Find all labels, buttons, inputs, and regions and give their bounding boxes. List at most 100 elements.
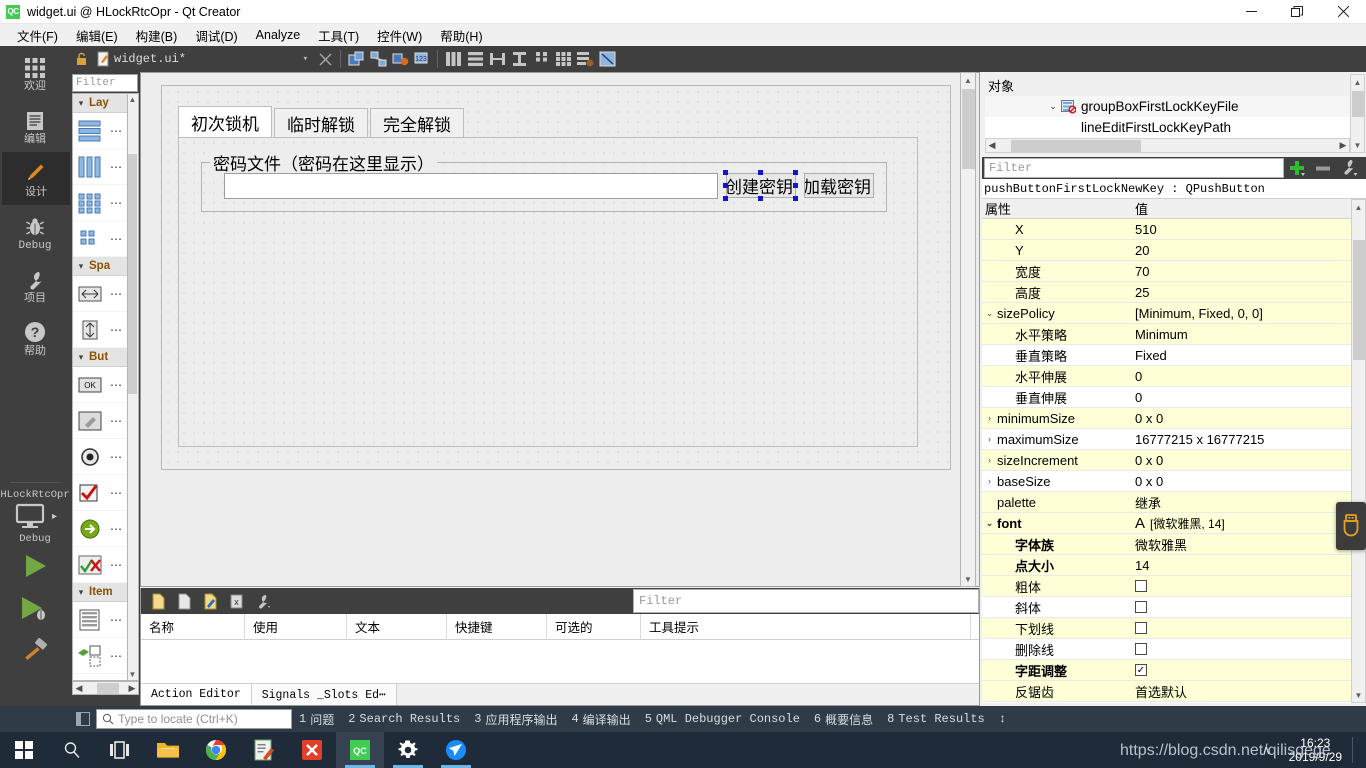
layout-form-icon[interactable] bbox=[530, 49, 552, 69]
widget-category-layouts[interactable]: ▾ Lay bbox=[73, 94, 127, 113]
xmind-button[interactable] bbox=[288, 732, 336, 768]
lock-toggle-icon[interactable] bbox=[70, 49, 92, 69]
layout-horizontally-icon[interactable] bbox=[442, 49, 464, 69]
col-used[interactable]: 使用 bbox=[245, 613, 347, 640]
property-row[interactable]: X 510 bbox=[982, 219, 1351, 240]
property-row[interactable]: Y 20 bbox=[982, 240, 1351, 261]
col-name[interactable]: 名称 bbox=[141, 613, 245, 640]
tab-widget[interactable]: 初次锁机 临时解锁 完全解锁 密码文件（密码在这里显示） 创建密钥 加载密钥 bbox=[178, 106, 918, 451]
widget-item[interactable]: ⋯ bbox=[73, 475, 127, 511]
property-row[interactable]: 字体族 微软雅黑 bbox=[982, 534, 1351, 555]
configure-wrench-icon[interactable] bbox=[1336, 158, 1362, 178]
widget-box-filter-input[interactable]: Filter bbox=[72, 74, 138, 92]
property-row[interactable]: 水平策略 Minimum bbox=[982, 324, 1351, 345]
property-row[interactable]: 删除线 bbox=[982, 639, 1351, 660]
widget-box-list[interactable]: ▾ Lay ⋯ ⋯ ⋯ ⋯ ▾ Spa ⋯ ⋯ ▾ But OK ⋯ ⋯ ⋯ ⋯… bbox=[72, 93, 128, 681]
property-value[interactable]: 微软雅黑 bbox=[1130, 535, 1351, 554]
property-row[interactable]: 高度 25 bbox=[982, 282, 1351, 303]
object-tree-row-groupbox[interactable]: ⌄ groupBoxFirstLockKeyFile bbox=[985, 96, 1350, 117]
property-value[interactable]: 0 x 0 bbox=[1130, 411, 1351, 426]
widget-box-vertical-scrollbar[interactable]: ▲ ▼ bbox=[128, 93, 139, 681]
object-inspector-tree[interactable]: ⌄ groupBoxFirstLockKeyFile lineEditFirst… bbox=[985, 96, 1350, 138]
minimize-button[interactable] bbox=[1228, 0, 1274, 24]
property-value[interactable]: 首选默认 bbox=[1130, 682, 1351, 701]
plus-icon[interactable] bbox=[1284, 158, 1310, 178]
widget-category-buttons[interactable]: ▾ But bbox=[73, 348, 127, 367]
open-document-combo[interactable]: widget.ui* ▾ bbox=[114, 49, 314, 69]
output-pane-issues[interactable]: 1 问题 bbox=[292, 706, 341, 732]
menu-debug[interactable]: 调试(D) bbox=[186, 25, 246, 45]
widget-item[interactable]: ⋯ bbox=[73, 602, 127, 638]
close-button[interactable] bbox=[1320, 0, 1366, 24]
tab-signals-slots-editor[interactable]: Signals _Slots Ed⋯ bbox=[251, 684, 397, 705]
tab-first-lock[interactable]: 初次锁机 bbox=[178, 106, 272, 138]
widget-box-horizontal-scrollbar[interactable]: ◀ ▶ bbox=[72, 681, 139, 695]
mode-design[interactable]: 设计 bbox=[0, 152, 70, 205]
scroll-down-icon[interactable]: ▼ bbox=[1352, 688, 1365, 702]
layout-splitter-h-icon[interactable] bbox=[486, 49, 508, 69]
build-button[interactable] bbox=[0, 629, 70, 671]
edit-signals-slots-icon[interactable] bbox=[367, 49, 389, 69]
widget-item[interactable]: ⋯ bbox=[73, 511, 127, 547]
property-row[interactable]: 水平伸展 0 bbox=[982, 366, 1351, 387]
widget-item[interactable]: OK ⋯ bbox=[73, 367, 127, 403]
layout-grid-icon[interactable] bbox=[552, 49, 574, 69]
chevron-down-icon[interactable]: ⌄ bbox=[982, 308, 997, 319]
output-pane-general-messages[interactable]: 6 概要信息 bbox=[807, 706, 880, 732]
col-tooltip[interactable]: 工具提示 bbox=[641, 613, 971, 640]
scroll-up-icon[interactable]: ▲ bbox=[1352, 200, 1365, 214]
widget-item[interactable]: ⋯ bbox=[73, 185, 127, 221]
menu-build[interactable]: 构建(B) bbox=[127, 25, 187, 45]
foxmail-button[interactable] bbox=[432, 732, 480, 768]
chevron-down-icon[interactable]: ⌄ bbox=[1045, 101, 1061, 112]
property-value[interactable]: 20 bbox=[1130, 243, 1351, 258]
tab-full-unlock[interactable]: 完全解锁 bbox=[370, 108, 464, 138]
groupbox-key-file[interactable]: 密码文件（密码在这里显示） 创建密钥 加载密钥 bbox=[201, 150, 887, 212]
strikeout-checkbox[interactable] bbox=[1135, 643, 1147, 655]
resize-handle-w[interactable] bbox=[723, 183, 728, 188]
chevron-right-icon[interactable]: › bbox=[982, 455, 997, 465]
task-view-button[interactable] bbox=[96, 732, 144, 768]
qtcreator-button[interactable]: QC bbox=[336, 732, 384, 768]
resize-handle-n[interactable] bbox=[758, 170, 763, 175]
italic-checkbox[interactable] bbox=[1135, 601, 1147, 613]
tab-temp-unlock[interactable]: 临时解锁 bbox=[274, 108, 368, 138]
scrollbar-thumb[interactable] bbox=[1353, 240, 1365, 360]
break-layout-icon[interactable] bbox=[574, 49, 596, 69]
widget-item[interactable]: ⋯ bbox=[73, 547, 127, 583]
property-value[interactable]: 继承 bbox=[1130, 493, 1351, 512]
property-row[interactable]: 垂直策略 Fixed bbox=[982, 345, 1351, 366]
property-value[interactable]: 25 bbox=[1130, 285, 1351, 300]
edit-widgets-icon[interactable] bbox=[345, 49, 367, 69]
menu-edit[interactable]: 编辑(E) bbox=[67, 25, 127, 45]
property-table[interactable]: X 510 Y 20 宽度 70 高度 25 ⌄ sizePolicy [Minimum, … bbox=[982, 219, 1351, 703]
property-value[interactable]: 14 bbox=[1130, 558, 1351, 573]
copy-action-icon[interactable] bbox=[173, 591, 195, 611]
underline-checkbox[interactable] bbox=[1135, 622, 1147, 634]
kerning-checkbox[interactable]: ✓ bbox=[1135, 664, 1147, 676]
output-pane-compile-output[interactable]: 4 编译输出 bbox=[564, 706, 637, 732]
minus-icon[interactable] bbox=[1310, 158, 1336, 178]
property-row[interactable]: 垂直伸展 0 bbox=[982, 387, 1351, 408]
property-row[interactable]: ⌄ sizePolicy [Minimum, Fixed, 0, 0] bbox=[982, 303, 1351, 324]
property-value[interactable]: 0 bbox=[1130, 369, 1351, 384]
file-explorer-button[interactable] bbox=[144, 732, 192, 768]
output-pane-application-output[interactable]: 3 应用程序输出 bbox=[467, 706, 564, 732]
col-shortcut[interactable]: 快捷键 bbox=[447, 613, 547, 640]
property-value[interactable]: 0 x 0 bbox=[1130, 453, 1351, 468]
scroll-left-icon[interactable]: ◀ bbox=[73, 683, 85, 694]
locator-input[interactable]: Type to locate (Ctrl+K) bbox=[96, 709, 292, 729]
object-tree-row-lineedit[interactable]: lineEditFirstLockKeyPath bbox=[985, 117, 1350, 138]
scroll-right-icon[interactable]: ▶ bbox=[126, 683, 138, 694]
property-row[interactable]: › baseSize 0 x 0 bbox=[982, 471, 1351, 492]
property-row-font[interactable]: ⌄ font A [微软雅黑, 14] bbox=[982, 513, 1351, 534]
bold-checkbox[interactable] bbox=[1135, 580, 1147, 592]
close-document-button[interactable] bbox=[314, 49, 336, 69]
start-debugging-button[interactable] bbox=[0, 587, 70, 629]
output-pane-test-results[interactable]: 8 Test Results bbox=[880, 706, 992, 732]
delete-action-icon[interactable]: x bbox=[225, 591, 247, 611]
widget-item[interactable]: ⋯ bbox=[73, 674, 127, 680]
widget-item[interactable]: ⋯ bbox=[73, 221, 127, 257]
property-row[interactable]: 斜体 bbox=[982, 597, 1351, 618]
chevron-right-icon[interactable]: › bbox=[982, 476, 997, 486]
